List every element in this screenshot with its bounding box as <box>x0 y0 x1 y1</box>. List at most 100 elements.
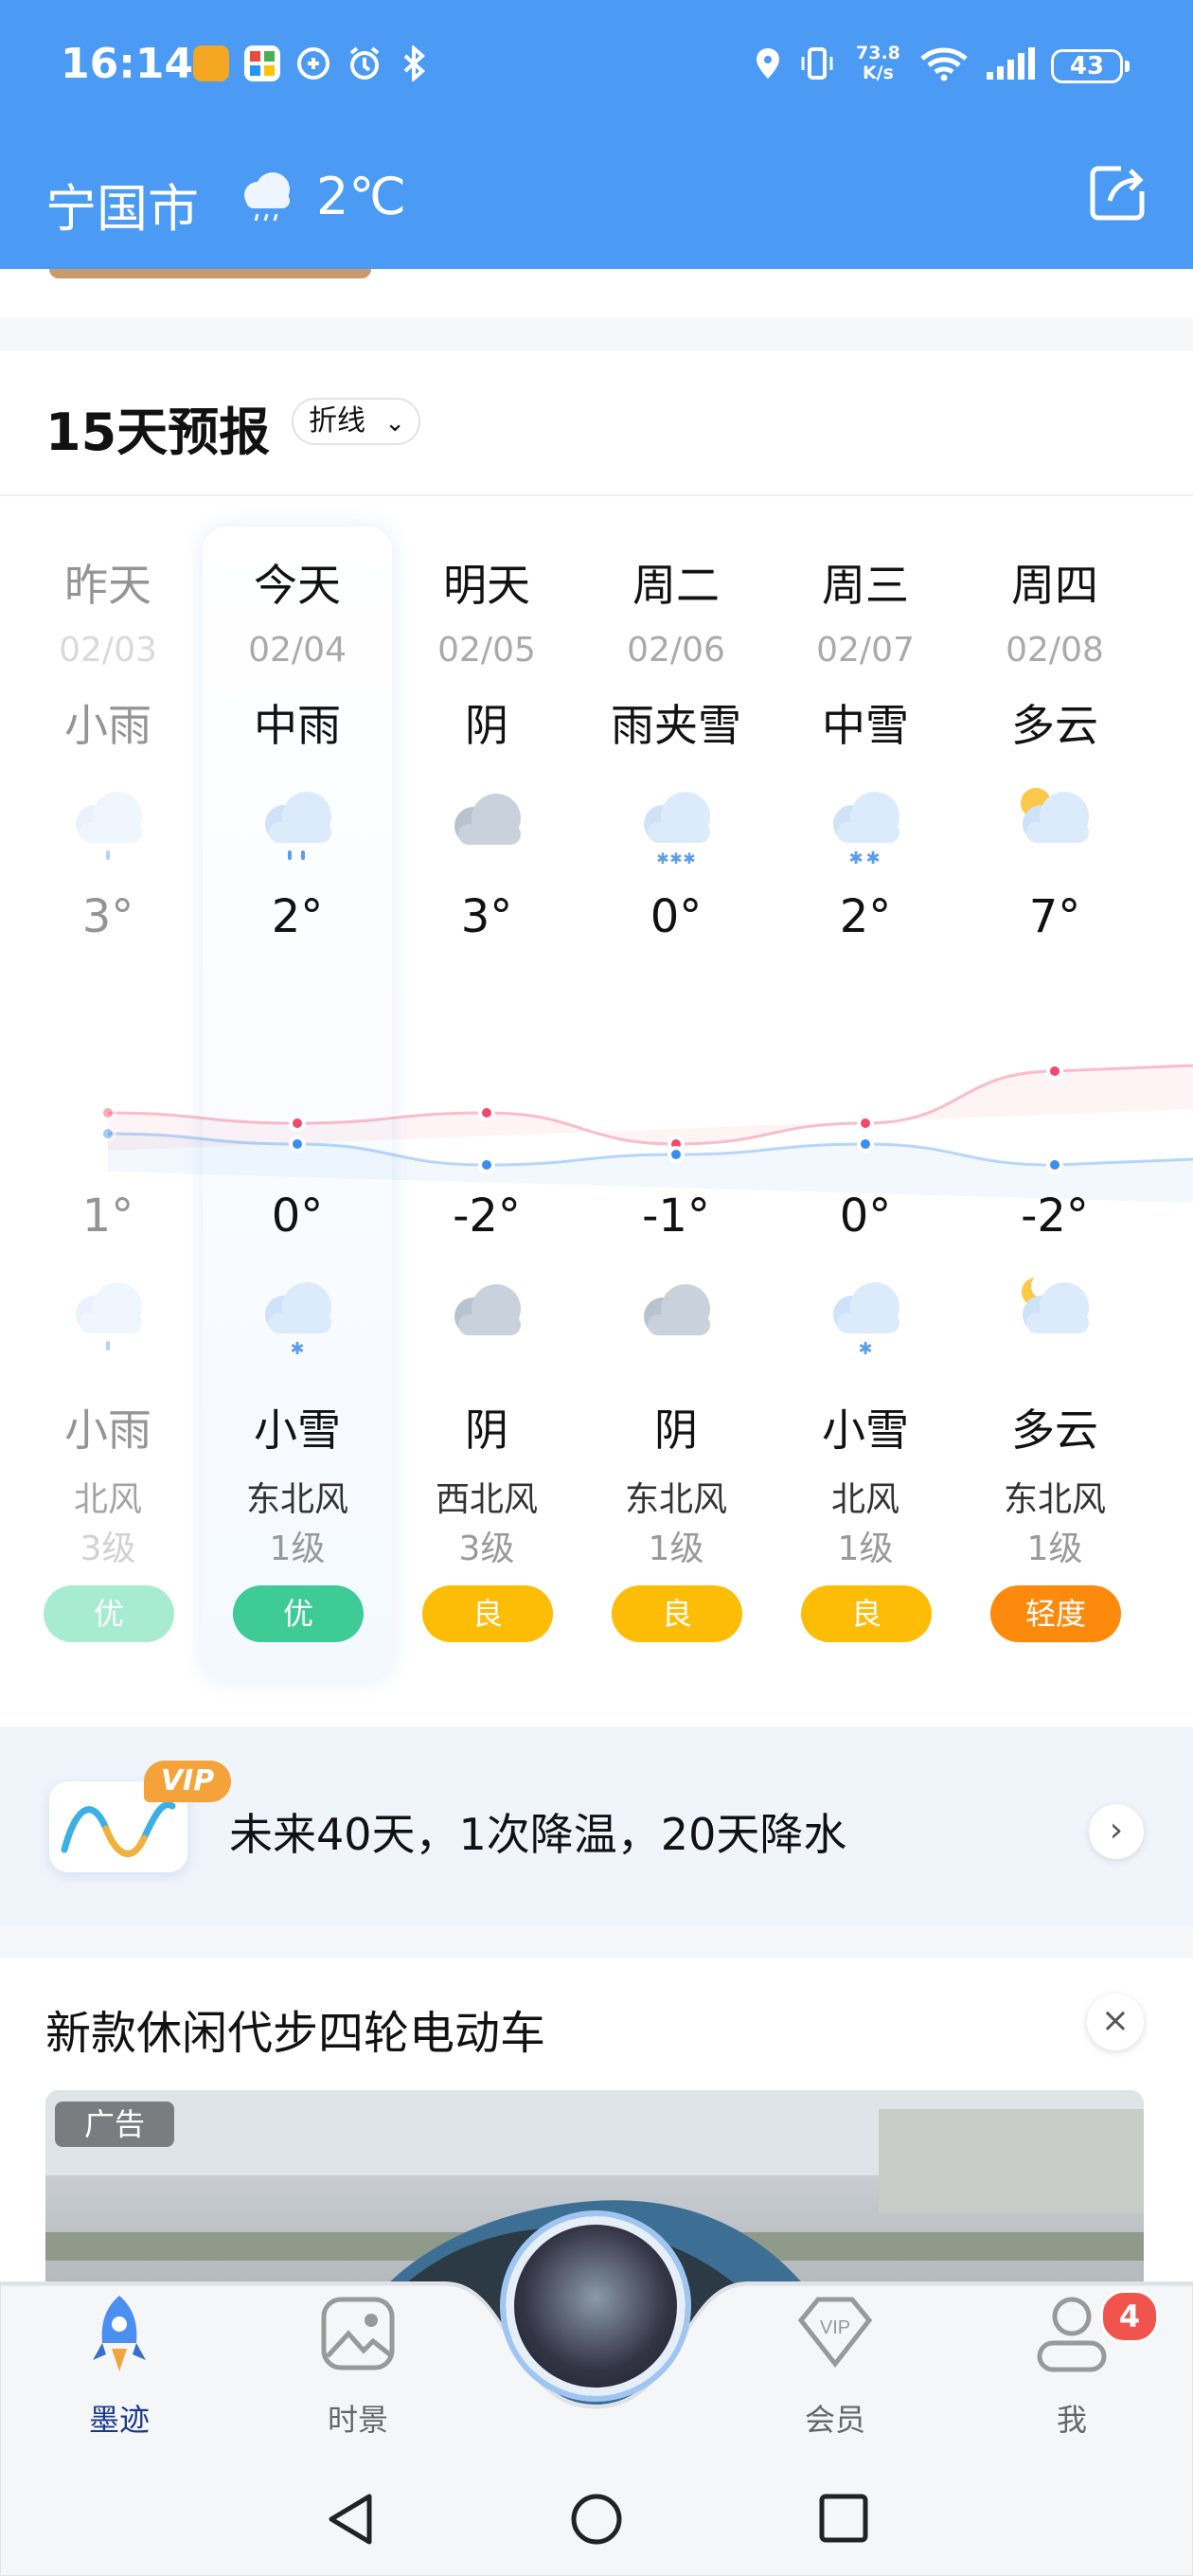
overcast-icon <box>644 1284 710 1335</box>
light-rain-icon <box>76 1282 142 1351</box>
high-temp: 2° <box>839 890 892 943</box>
day-label: 今天 <box>254 560 341 611</box>
low-temp: 0° <box>839 1190 892 1243</box>
date-label: 02/08 <box>1006 631 1104 670</box>
battery-indicator: 43 <box>1051 49 1130 83</box>
close-icon[interactable]: × <box>1087 1994 1144 2050</box>
overcast-icon <box>454 794 521 845</box>
low-temp: -2° <box>1021 1190 1089 1243</box>
weather-night-label: 阴 <box>465 1404 508 1456</box>
high-temp: 3° <box>81 890 134 943</box>
low-temp: 1° <box>81 1190 134 1243</box>
light-snow-icon: ✱ <box>265 1282 331 1359</box>
day-label: 周二 <box>632 560 720 611</box>
wind-direction: 东北风 <box>1003 1480 1106 1519</box>
aqi-badge: 良 <box>422 1585 553 1642</box>
notification-badge: 4 <box>1100 2290 1159 2343</box>
weather-day-label: 多云 <box>1011 700 1098 751</box>
wind-level: 3级 <box>80 1530 136 1568</box>
series-area <box>108 1065 1193 1151</box>
vibrate-icon <box>799 45 835 81</box>
city-name[interactable]: 宁国市 <box>45 167 199 242</box>
wind-level: 3级 <box>458 1530 515 1568</box>
forecast-15-day-card: 15天预报 折线 ⌄ 昨天 02/03 小雨 3° 1° 小雨 北风 3级优今天 02/04 中雨… <box>0 350 1193 1728</box>
weather-day-label: 小雨 <box>64 700 151 751</box>
low-temp: 0° <box>271 1190 324 1243</box>
current-temperature: 2℃ <box>316 167 407 226</box>
low-temp: -2° <box>453 1190 521 1243</box>
high-temp: 7° <box>1028 890 1081 943</box>
svg-text:✱: ✱ <box>656 850 668 868</box>
network-speed: 73.8 K/s <box>856 44 900 83</box>
vip-forecast-text: 未来40天，1次降温，20天降水 <box>229 1809 847 1860</box>
high-temp-point <box>857 1115 874 1132</box>
day-label: 明天 <box>443 560 530 611</box>
gallery-icon <box>321 2297 395 2370</box>
share-icon[interactable] <box>1087 161 1149 224</box>
wind-level: 1级 <box>837 1530 894 1568</box>
high-temp-point <box>1046 1063 1063 1080</box>
back-icon[interactable] <box>329 2494 372 2545</box>
moderate-snow-icon: ✱ ✱ <box>833 792 899 868</box>
previous-card-bottom <box>0 269 1193 318</box>
alarm-icon <box>347 45 383 81</box>
chevron-right-icon[interactable]: › <box>1089 1804 1144 1859</box>
svg-text:VIP: VIP <box>820 2317 850 2338</box>
svg-text:✱: ✱ <box>858 1339 872 1359</box>
wind-level: 1级 <box>1026 1530 1083 1568</box>
wind-direction: 东北风 <box>245 1480 348 1519</box>
low-temp-point <box>1046 1156 1063 1173</box>
network-speed-unit: K/s <box>862 63 894 83</box>
vip-diamond-icon: VIP <box>797 2297 873 2369</box>
high-temp-point <box>478 1104 495 1121</box>
network-speed-value: 73.8 <box>856 43 900 63</box>
weather-night-label: 小雨 <box>64 1404 151 1456</box>
scenery-camera-button[interactable] <box>506 2216 686 2396</box>
aqi-badge: 良 <box>801 1585 932 1642</box>
low-temp-point <box>478 1156 495 1173</box>
moderate-rain-icon <box>244 172 290 222</box>
light-snow-icon: ✱ <box>833 1282 899 1359</box>
date-label: 02/03 <box>59 631 157 670</box>
high-temp-point <box>289 1115 306 1132</box>
profile-icon <box>1037 2297 1107 2372</box>
nav-label: 会员 <box>804 2402 865 2438</box>
wind-direction: 东北风 <box>624 1480 727 1519</box>
weather-day-label: 中雪 <box>822 700 909 751</box>
vip-forecast-banner[interactable]: VIP 未来40天，1次降温，20天降水 › <box>0 1726 1193 1925</box>
low-temp-point <box>857 1136 874 1153</box>
wind-level: 1级 <box>648 1530 704 1568</box>
high-temp-point <box>99 1104 116 1121</box>
aqi-badge: 轻度 <box>990 1585 1121 1642</box>
svg-text:✱: ✱ <box>290 1339 304 1359</box>
notification-app-icon <box>244 45 280 81</box>
wind-direction: 北风 <box>830 1480 899 1519</box>
date-label: 02/07 <box>816 631 915 670</box>
svg-text:✱: ✱ <box>683 850 695 868</box>
nav-label: 我 <box>1056 2402 1087 2438</box>
weather-day-label: 阴 <box>465 700 508 751</box>
location-icon <box>750 45 786 81</box>
day-label: 周三 <box>822 560 909 611</box>
date-label: 02/04 <box>248 631 347 670</box>
partly-cloudy-day-icon <box>1021 788 1089 843</box>
nav-label: 时景 <box>327 2402 388 2438</box>
weather-day-label: 雨夹雪 <box>611 700 741 751</box>
notification-app-icon <box>193 45 229 81</box>
weather-day-label: 中雨 <box>254 700 341 751</box>
ad-title: 新款休闲代步四轮电动车 <box>45 2007 546 2060</box>
high-temp: 2° <box>271 890 324 943</box>
date-label: 02/06 <box>627 631 725 670</box>
low-temp-point <box>99 1125 116 1142</box>
high-temp: 3° <box>460 890 513 943</box>
wifi-icon <box>918 45 970 81</box>
recents-icon[interactable] <box>819 2494 868 2543</box>
weather-night-label: 小雪 <box>822 1404 909 1456</box>
bluetooth-icon <box>396 44 432 83</box>
day-label: 周四 <box>1011 560 1098 611</box>
ad-label: 广告 <box>55 2102 174 2147</box>
svg-text:✱: ✱ <box>848 849 863 868</box>
home-icon[interactable] <box>571 2494 622 2545</box>
low-temp: -1° <box>642 1190 710 1243</box>
light-rain-icon <box>76 792 142 860</box>
